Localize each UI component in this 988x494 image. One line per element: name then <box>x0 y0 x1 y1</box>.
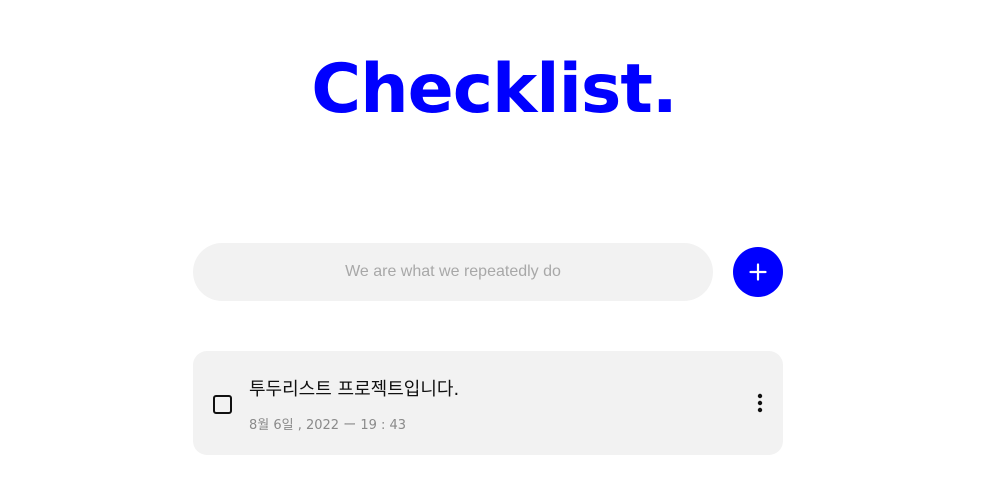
todo-checkbox[interactable] <box>213 395 232 414</box>
page-title: Checklist. <box>311 50 677 129</box>
add-button[interactable] <box>733 247 783 297</box>
todo-input[interactable] <box>193 243 713 301</box>
plus-icon <box>733 247 783 297</box>
todo-item: 투두리스트 프로젝트입니다. 8월 6일 , 2022 ー 19 : 43 <box>193 351 783 455</box>
todo-date: 8월 6일 , 2022 ー 19 : 43 <box>249 418 407 433</box>
todo-input-row <box>193 243 783 301</box>
more-options-button[interactable] <box>748 389 772 417</box>
more-vertical-icon <box>748 389 772 417</box>
todo-text: 투두리스트 프로젝트입니다. <box>249 379 460 400</box>
